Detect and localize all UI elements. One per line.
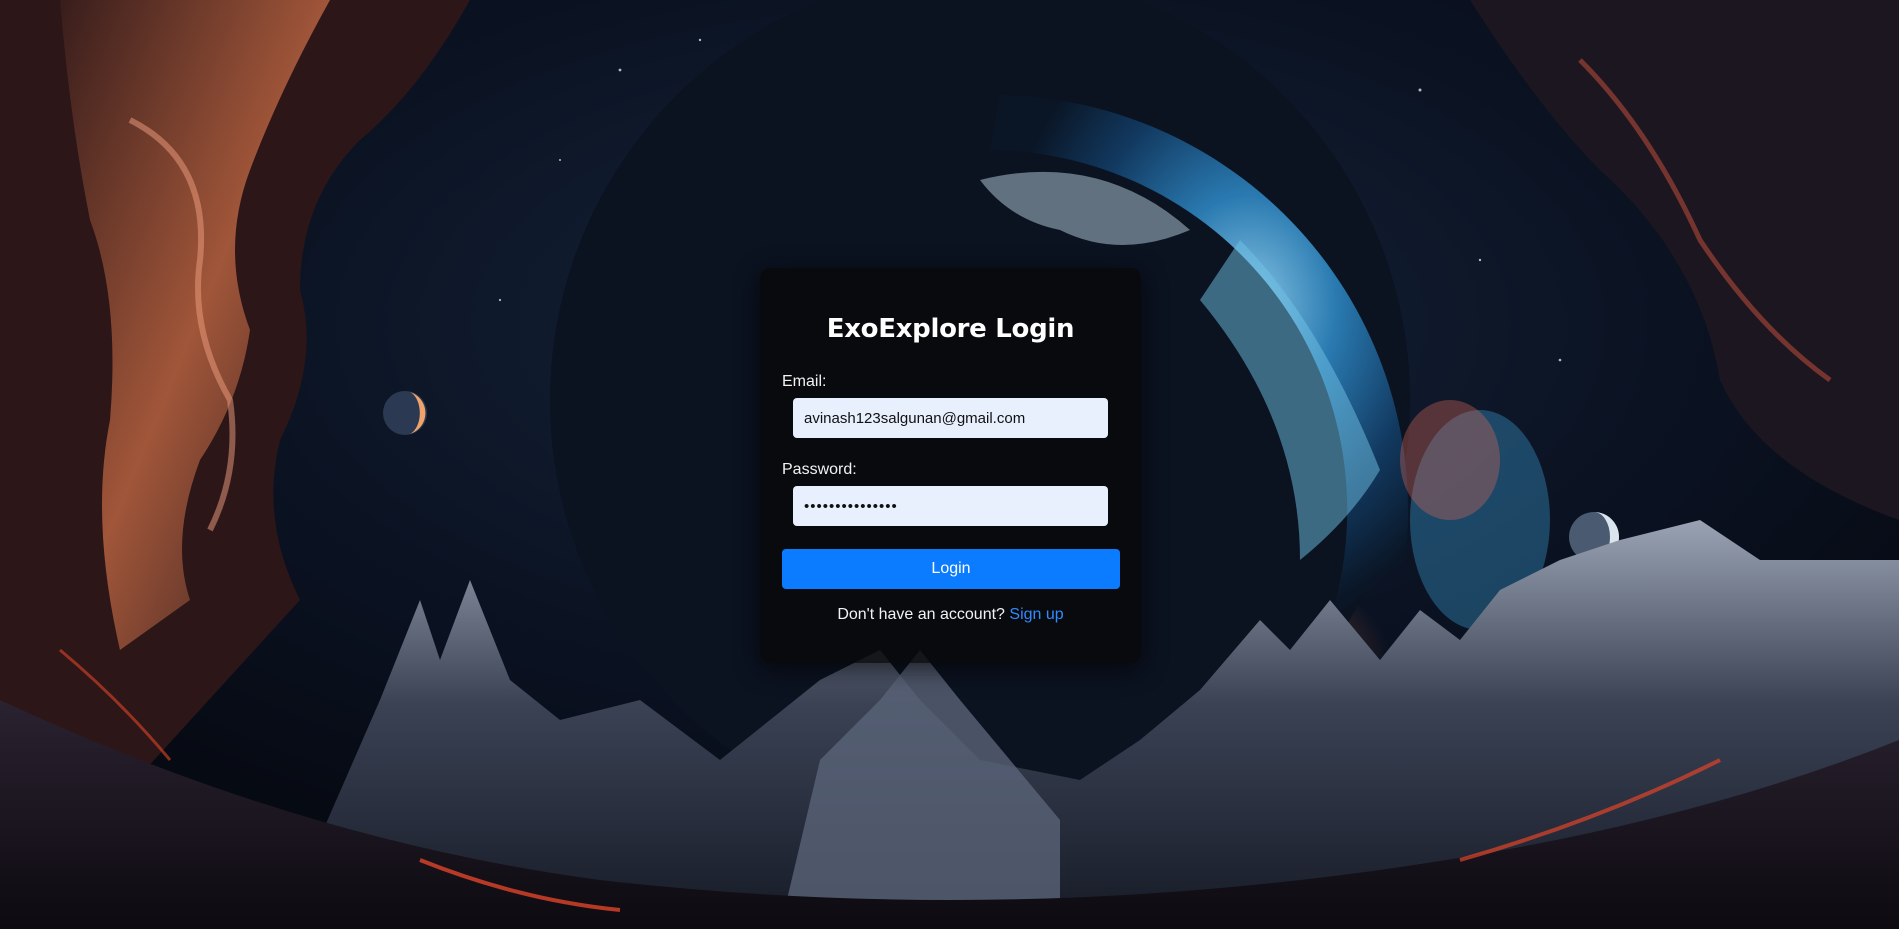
signup-prompt: Don't have an account? — [837, 606, 1005, 623]
signup-link[interactable]: Sign up — [1009, 606, 1063, 623]
login-title: ExoExplore Login — [826, 314, 1075, 344]
login-button[interactable]: Login — [782, 549, 1120, 589]
password-label: Password: — [782, 461, 857, 478]
login-card: ExoExplore Login Email: Password: Login … — [760, 268, 1141, 663]
email-label: Email: — [782, 373, 827, 390]
email-field[interactable] — [793, 398, 1108, 438]
signup-row: Don't have an account? Sign up — [760, 606, 1141, 624]
password-field[interactable] — [793, 486, 1108, 526]
